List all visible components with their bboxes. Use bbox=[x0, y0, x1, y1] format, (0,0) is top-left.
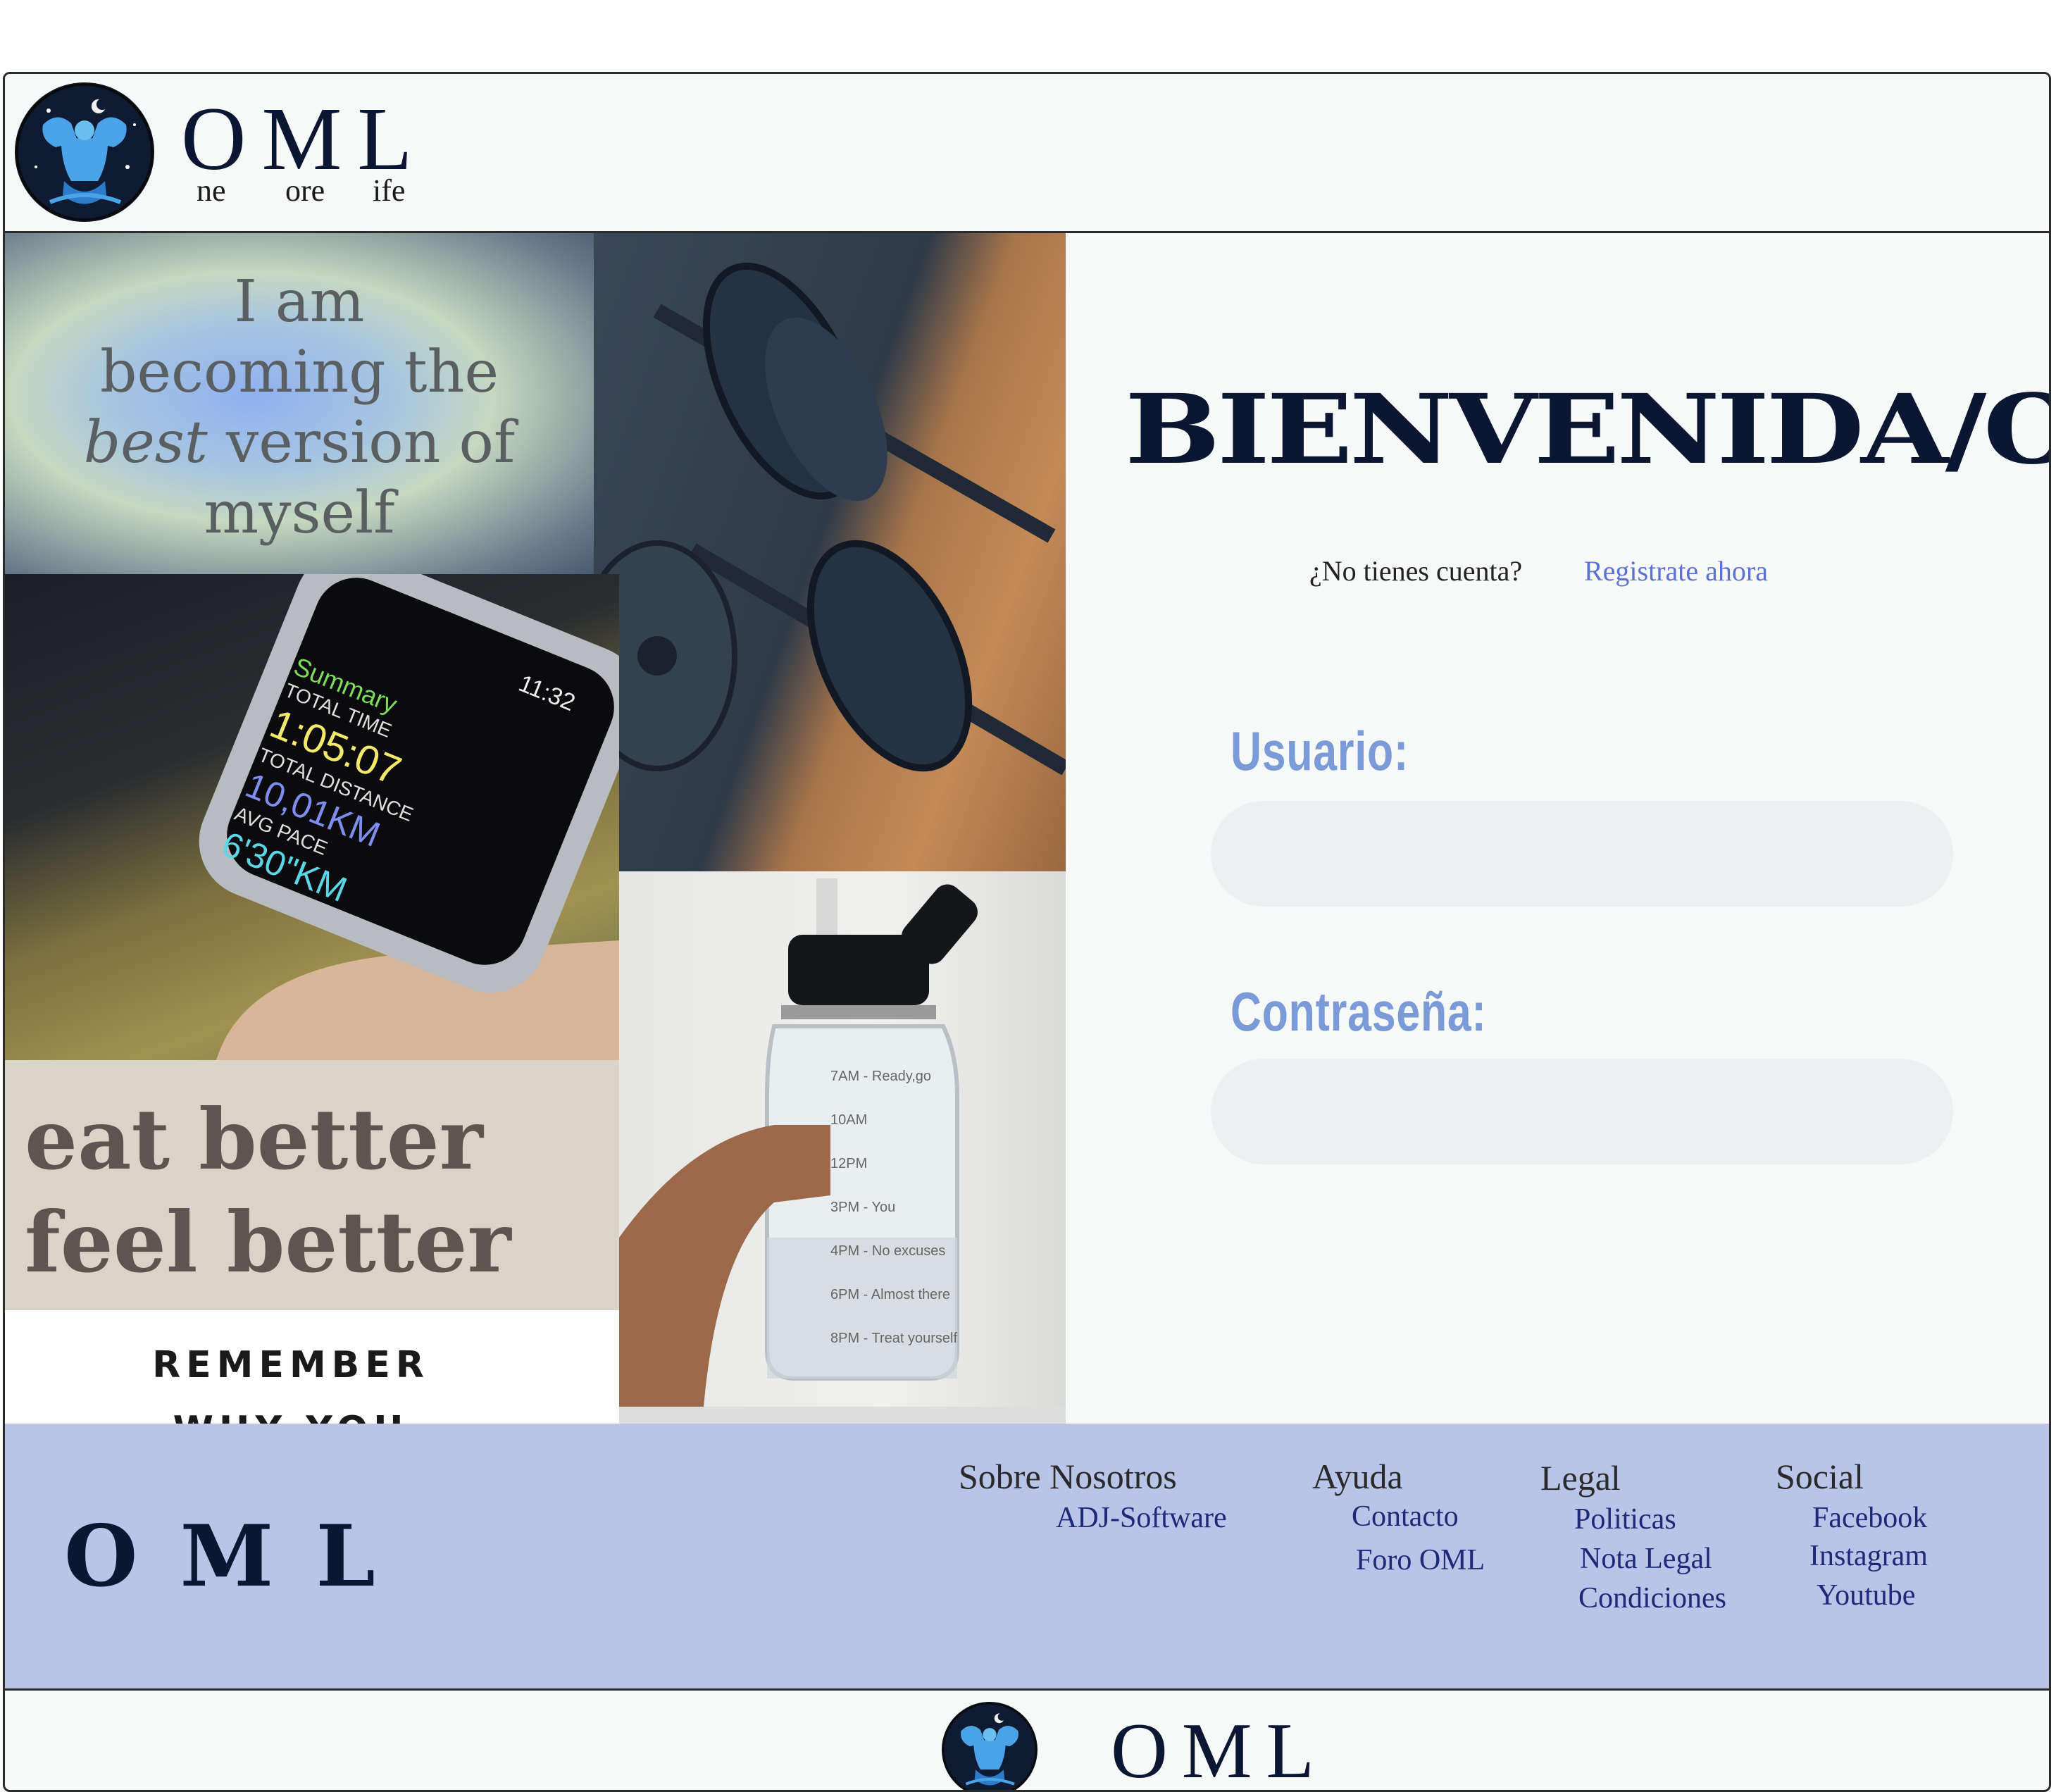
quote-line: version of bbox=[207, 409, 516, 476]
site-footer: OML Sobre Nosotros ADJ-Software Ayuda Co… bbox=[5, 1424, 2049, 1688]
bottle-mark: 12PM bbox=[830, 1156, 868, 1171]
motivation-collage: I am becoming the best version of myself bbox=[5, 233, 1066, 1424]
bottle-mark: 8PM - Treat yourself bbox=[830, 1331, 958, 1346]
bottle-mark: 7AM - Ready,go bbox=[830, 1069, 932, 1084]
bottle-mark: 3PM - You bbox=[830, 1200, 896, 1215]
page-frame: OML ne ore ife I am becoming the best ve… bbox=[3, 72, 2051, 1792]
bottle-mark: 6PM - Almost there bbox=[830, 1287, 951, 1302]
footer-heading-social: Social bbox=[1776, 1457, 1864, 1496]
footer-link-forum[interactable]: Foro OML bbox=[1356, 1543, 1485, 1577]
footer-link-conditions[interactable]: Condiciones bbox=[1578, 1581, 1726, 1615]
bottle-mark: 4PM - No excuses bbox=[830, 1243, 946, 1259]
footer-heading-legal: Legal bbox=[1540, 1458, 1621, 1498]
footer-link-youtube[interactable]: Youtube bbox=[1817, 1579, 1915, 1612]
brand-wordmark: OML bbox=[181, 89, 428, 189]
footer-heading-about: Sobre Nosotros bbox=[959, 1457, 1177, 1496]
smartwatch-image: Summary TOTAL TIME 1:05:07 TOTAL DISTANC… bbox=[5, 574, 619, 1060]
quote-image: I am becoming the best version of myself bbox=[5, 233, 594, 574]
footer-link-instagram[interactable]: Instagram bbox=[1809, 1539, 1928, 1573]
quote-line: myself bbox=[204, 480, 395, 547]
footer-link-contact[interactable]: Contacto bbox=[1352, 1500, 1459, 1533]
tagline-part: ne bbox=[197, 173, 226, 208]
remember-text: REMEMBER bbox=[152, 1344, 430, 1386]
no-account-text: ¿No tienes cuenta? bbox=[1309, 555, 1523, 587]
site-header: OML ne ore ife bbox=[5, 74, 2049, 233]
bottom-bar: OML bbox=[5, 1688, 2049, 1792]
footer-heading-help: Ayuda bbox=[1312, 1457, 1403, 1496]
footer-brand: OML bbox=[64, 1507, 418, 1606]
register-link[interactable]: Registrate ahora bbox=[1584, 554, 1768, 587]
eat-line: feel better bbox=[25, 1193, 511, 1291]
bottle-mark: 10AM bbox=[830, 1112, 868, 1128]
eat-line: eat better bbox=[25, 1090, 483, 1188]
oml-logo-small-icon[interactable] bbox=[942, 1702, 1038, 1790]
footer-link-adj-software[interactable]: ADJ-Software bbox=[1056, 1501, 1227, 1535]
quote-emphasis: best bbox=[83, 409, 208, 476]
footer-link-policies[interactable]: Politicas bbox=[1574, 1502, 1676, 1536]
remember-text-cut: WHY YOU bbox=[5, 1409, 577, 1424]
remember-image: REMEMBER WHY YOU bbox=[5, 1310, 619, 1424]
quote-line: I am bbox=[234, 268, 365, 335]
footer-link-facebook[interactable]: Facebook bbox=[1812, 1501, 1927, 1535]
bottom-brand: OML bbox=[1111, 1707, 1328, 1792]
tagline-part: ore bbox=[285, 173, 325, 208]
username-label: Usuario: bbox=[1231, 720, 1409, 782]
water-bottle-image: 7AM - Ready,go 10AM 12PM 3PM - You 4PM -… bbox=[619, 871, 1066, 1407]
oml-logo-icon[interactable] bbox=[15, 82, 154, 222]
eat-better-image: eat better feel better bbox=[5, 1060, 619, 1310]
tagline-part: ife bbox=[373, 173, 406, 208]
welcome-title: BIENVENIDA/O bbox=[1125, 373, 2051, 486]
footer-link-legal-note[interactable]: Nota Legal bbox=[1580, 1542, 1712, 1576]
password-input[interactable] bbox=[1211, 1059, 1953, 1164]
username-input[interactable] bbox=[1211, 801, 1953, 907]
quote-line: becoming the bbox=[100, 339, 499, 406]
dumbbells-image bbox=[594, 233, 1066, 871]
password-label: Contraseña: bbox=[1231, 981, 1487, 1043]
